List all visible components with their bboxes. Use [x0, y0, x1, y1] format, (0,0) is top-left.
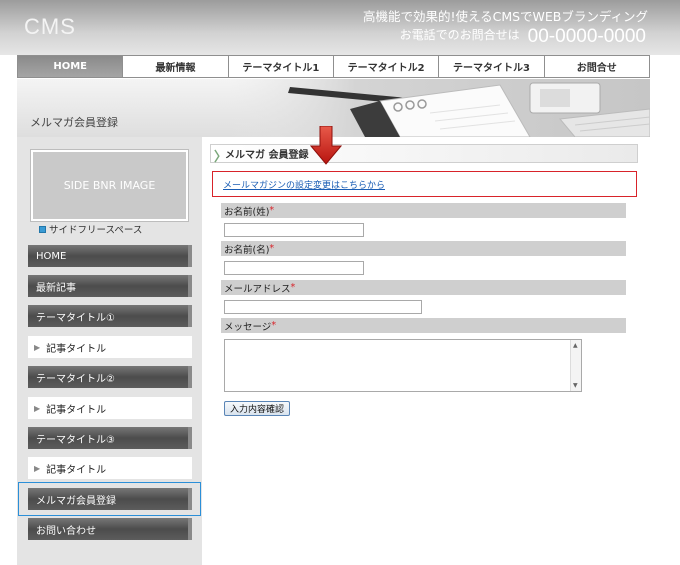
- email-label: メールアドレス *: [221, 280, 626, 295]
- nav-item-theme2[interactable]: テーマタイトル2: [333, 56, 439, 77]
- sidebar-item-newsletter[interactable]: メルマガ会員登録: [28, 488, 192, 510]
- nav-item-news[interactable]: 最新情報: [123, 56, 228, 77]
- sidebar-item-home[interactable]: HOME: [28, 245, 192, 267]
- confirm-input-button[interactable]: 入力内容確認: [224, 401, 291, 416]
- required-mark: *: [269, 243, 275, 254]
- sidebar-item-theme2[interactable]: テーマタイトル②: [28, 366, 192, 388]
- chevron-right-icon: 〉: [214, 150, 228, 165]
- message-label: メッセージ *: [221, 318, 626, 333]
- sidebar-item-latest[interactable]: 最新記事: [28, 275, 192, 297]
- sidebar-item-theme3[interactable]: テーマタイトル③: [28, 427, 192, 449]
- nav-item-theme3[interactable]: テーマタイトル3: [439, 56, 544, 77]
- nav-item-theme1[interactable]: テーマタイトル1: [228, 56, 333, 77]
- red-arrow-icon: [310, 126, 342, 165]
- phone-number: 00-0000-0000: [527, 26, 646, 47]
- required-mark: *: [271, 320, 277, 331]
- site-logo[interactable]: CMS: [24, 14, 76, 40]
- site-header: CMS 高機能で効果的!使えるCMSでWEBブランディング お電話でのお問合せは…: [0, 0, 680, 55]
- sidebar-subitem-label: 記事タイトル: [46, 464, 107, 476]
- nav-item-home[interactable]: HOME: [18, 56, 123, 77]
- first-name-label: お名前(名) *: [221, 241, 626, 256]
- global-nav: HOME 最新情報 テーマタイトル1 テーマタイトル2 テーマタイトル3 お問合…: [17, 55, 650, 78]
- header-tagline: 高機能で効果的!使えるCMSでWEBブランディング: [362, 9, 648, 24]
- sidebar-subitem-label: 記事タイトル: [46, 404, 107, 416]
- sidebar-subitem-theme1-article[interactable]: ▶ 記事タイトル: [28, 336, 192, 358]
- sidebar-item-theme1[interactable]: テーマタイトル①: [28, 305, 192, 327]
- last-name-input[interactable]: [224, 223, 364, 237]
- last-name-label: お名前(姓) *: [221, 203, 626, 218]
- notebook-pen-image: [230, 79, 650, 137]
- last-name-label-text: お名前(姓): [224, 206, 270, 218]
- nav-item-contact[interactable]: お問合せ: [544, 56, 649, 77]
- message-textarea[interactable]: [224, 339, 582, 392]
- caret-right-icon: ▶: [34, 342, 41, 352]
- caret-right-icon: ▶: [34, 403, 41, 413]
- side-free-space-label: サイドフリースペース: [49, 225, 143, 236]
- header-phone: お電話でのお問合せは 00-0000-0000: [400, 26, 646, 48]
- first-name-label-text: お名前(名): [224, 244, 270, 256]
- required-mark: *: [269, 205, 275, 216]
- required-mark: *: [290, 282, 296, 293]
- settings-change-link[interactable]: メールマガジンの設定変更はこちらから: [223, 178, 385, 191]
- page-title: メルマガ会員登録: [30, 116, 118, 129]
- email-label-text: メールアドレス: [224, 283, 291, 295]
- email-input[interactable]: [224, 300, 422, 314]
- textarea-scrollbar[interactable]: ▲ ▼: [570, 340, 581, 391]
- content-heading-text: メルマガ 会員登録: [225, 150, 309, 161]
- sidebar-subitem-theme2-article[interactable]: ▶ 記事タイトル: [28, 397, 192, 419]
- phone-label: お電話でのお問合せは: [399, 28, 520, 42]
- sidebar-subitem-theme3-article[interactable]: ▶ 記事タイトル: [28, 457, 192, 479]
- square-bullet-icon: [39, 226, 46, 233]
- side-free-space: サイドフリースペース: [39, 222, 142, 236]
- message-label-text: メッセージ: [224, 321, 272, 333]
- caret-right-icon: ▶: [34, 463, 41, 473]
- first-name-input[interactable]: [224, 261, 364, 275]
- scroll-down-icon[interactable]: ▼: [573, 382, 578, 389]
- content-heading: 〉 メルマガ 会員登録: [210, 144, 638, 165]
- side-banner-image[interactable]: SIDE BNR IMAGE: [30, 149, 189, 222]
- sidebar-item-contact[interactable]: お問い合わせ: [28, 518, 192, 540]
- scroll-up-icon[interactable]: ▲: [573, 342, 578, 349]
- settings-notice-box: メールマガジンの設定変更はこちらから: [212, 171, 637, 197]
- sidebar: SIDE BNR IMAGE サイドフリースペース HOME 最新記事 テーマタ…: [17, 137, 202, 565]
- sidebar-subitem-label: 記事タイトル: [46, 343, 107, 355]
